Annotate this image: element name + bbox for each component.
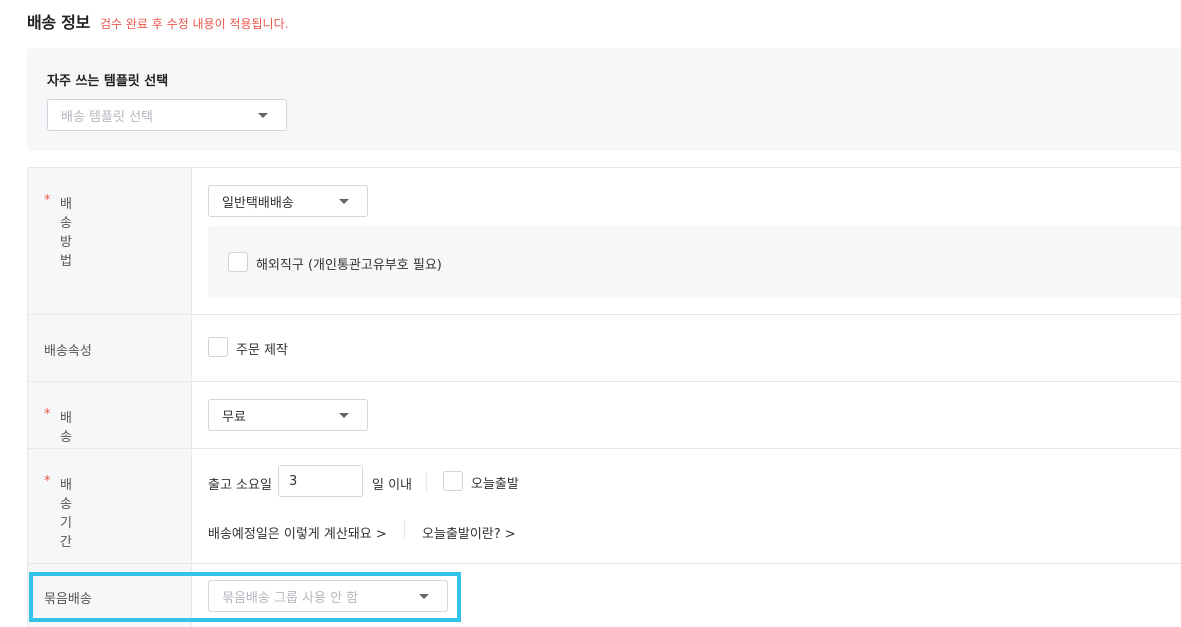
row-shipping-attribute: 배송속성 주문 제작 <box>28 315 1181 382</box>
shipping-method-label: 배송방법 * <box>44 193 72 269</box>
template-select[interactable]: 배송 템플릿 선택 <box>47 99 287 131</box>
bundle-shipping-label: 묶음배송 <box>44 592 92 607</box>
overseas-checkbox-label: 해외직구 (개인통관고유부호 필요) <box>256 258 442 273</box>
lead-time-suffix: 일 이내 <box>372 478 413 493</box>
row-header: 배송비* <box>28 382 192 464</box>
bundle-select-placeholder: 묶음배송 그룹 사용 안 함 <box>222 590 359 606</box>
row-header: 배송속성 <box>28 315 192 381</box>
review-notice: 검수 완료 후 수정 내용이 적용됩니다. <box>99 17 289 31</box>
chevron-down-icon <box>339 413 349 418</box>
chevron-down-icon <box>419 594 429 599</box>
shipping-fee-value: 무료 <box>222 409 246 425</box>
bundle-shipping-select[interactable]: 묶음배송 그룹 사용 안 함 <box>208 580 448 612</box>
required-mark: * <box>44 193 51 208</box>
template-label: 자주 쓰는 템플릿 선택 <box>47 74 169 89</box>
row-bundle-shipping: 묶음배송 묶음배송 그룹 사용 안 함 <box>28 564 1181 627</box>
row-header: 배송방법 * <box>28 168 192 314</box>
divider <box>404 520 405 540</box>
chevron-down-icon <box>258 113 268 118</box>
today-ship-label: 오늘출발 <box>471 477 519 492</box>
divider <box>426 472 427 492</box>
shipping-fee-select[interactable]: 무료 <box>208 399 368 431</box>
shipping-method-select[interactable]: 일반택배배송 <box>208 185 368 217</box>
template-panel: 자주 쓰는 템플릿 선택 배송 템플릿 선택 <box>27 48 1181 151</box>
row-shipping-fee: 배송비* 무료 <box>28 382 1181 464</box>
shipping-fee-label: 배송비* <box>44 407 72 464</box>
chevron-down-icon <box>339 199 349 204</box>
required-mark: * <box>44 474 51 489</box>
shipping-form: 배송방법 * 일반택배배송 해외직구 (개인통관고유부호 필요) 배송속성 주문 … <box>27 167 1181 627</box>
row-header: 묶음배송 <box>28 564 192 627</box>
lead-time-prefix: 출고 소요일 <box>208 478 272 493</box>
required-mark: * <box>44 407 51 422</box>
row-shipping-method: 배송방법 * 일반택배배송 해외직구 (개인통관고유부호 필요) <box>28 168 1181 315</box>
template-select-placeholder: 배송 템플릿 선택 <box>61 109 153 125</box>
overseas-checkbox[interactable] <box>228 252 248 272</box>
row-header: 배송기간 * <box>28 449 192 563</box>
lead-days-input[interactable]: 3 <box>278 465 363 497</box>
today-ship-info-link[interactable]: 오늘출발이란? > <box>422 523 516 542</box>
overseas-panel: 해외직구 (개인통관고유부호 필요) <box>208 226 1181 298</box>
custom-order-checkbox[interactable] <box>208 337 228 357</box>
shipping-method-value: 일반택배배송 <box>222 195 294 211</box>
lead-days-value: 3 <box>289 473 298 489</box>
shipping-period-label: 배송기간 * <box>44 474 72 550</box>
today-ship-checkbox[interactable] <box>443 471 463 491</box>
section-header: 배송 정보 검수 완료 후 수정 내용이 적용됩니다. <box>27 9 288 33</box>
shipping-attribute-label: 배송속성 <box>44 344 92 359</box>
estimate-info-link[interactable]: 배송예정일은 이렇게 계산돼요 > <box>208 523 387 542</box>
section-title: 배송 정보 <box>27 13 90 32</box>
row-shipping-period: 배송기간 * 출고 소요일 3 일 이내 오늘출발 배송예정일은 이렇게 계산돼요… <box>28 449 1181 564</box>
custom-order-label: 주문 제작 <box>236 343 288 358</box>
